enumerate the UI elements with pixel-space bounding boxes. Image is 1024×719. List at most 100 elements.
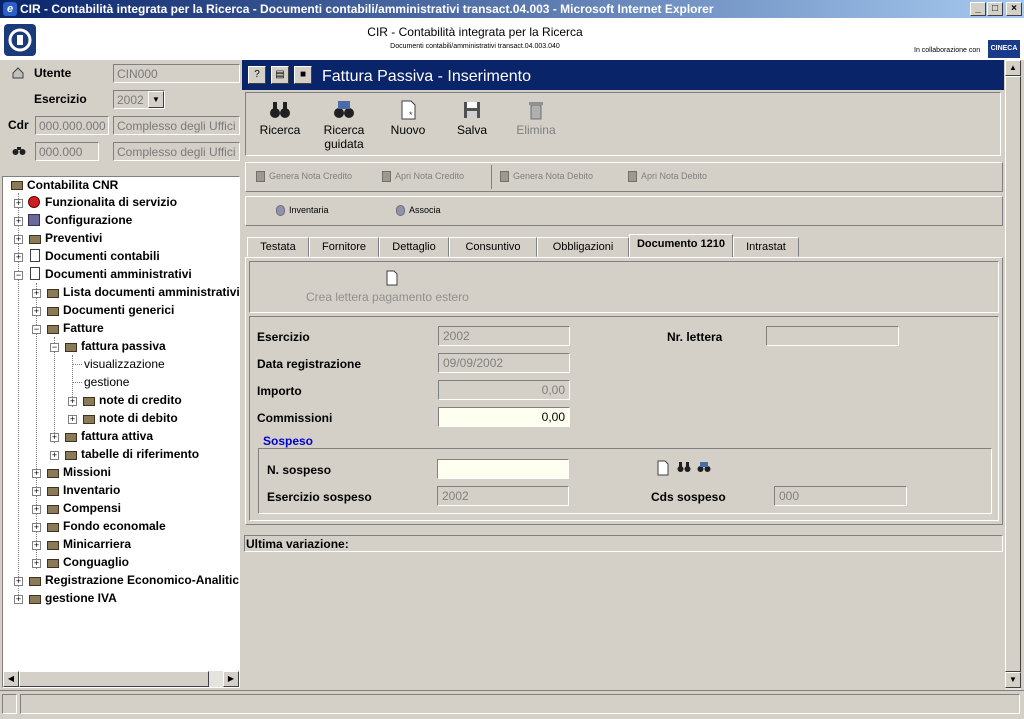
expand-icon[interactable]: + xyxy=(32,487,41,496)
utente-field[interactable]: CIN000 xyxy=(113,64,240,83)
minimize-button[interactable]: _ xyxy=(970,2,986,16)
n-sospeso-field[interactable] xyxy=(437,459,569,479)
tree-horizontal-scrollbar[interactable]: ◀ ▶ xyxy=(3,671,239,687)
expand-icon[interactable]: + xyxy=(32,541,41,550)
cdr-code-field[interactable]: 000.000.000 xyxy=(35,116,109,135)
nr-lettera-field[interactable] xyxy=(766,326,899,346)
expand-icon[interactable]: + xyxy=(32,505,41,514)
expand-icon[interactable]: + xyxy=(50,451,59,460)
tree-item-visualizzazione[interactable]: visualizzazione xyxy=(84,356,165,372)
tab-obbligazioni[interactable]: Obbligazioni xyxy=(537,237,629,257)
expand-icon[interactable]: + xyxy=(68,415,77,424)
tab-intrastat[interactable]: Intrastat xyxy=(733,237,799,257)
importo-field[interactable]: 0,00 xyxy=(438,380,570,400)
tree-item-lista-documenti[interactable]: Lista documenti amministrativi xyxy=(63,284,239,300)
expand-icon[interactable]: + xyxy=(32,307,41,316)
cds-desc-field[interactable]: Complesso degli Uffici xyxy=(113,142,240,161)
scroll-down-icon[interactable]: ▼ xyxy=(1005,672,1021,688)
tree-item-contabilita-cnr[interactable]: Contabilita CNR xyxy=(27,177,118,193)
collapse-icon[interactable]: − xyxy=(32,325,41,334)
expand-icon[interactable]: + xyxy=(14,595,23,604)
tree-item-fattura-attiva[interactable]: fattura attiva xyxy=(81,428,153,444)
tab-fornitore[interactable]: Fornitore xyxy=(309,237,379,257)
tree-item-missioni[interactable]: Missioni xyxy=(63,464,111,480)
expand-icon[interactable]: + xyxy=(14,577,23,586)
tree-item-documenti-contabili[interactable]: Documenti contabili xyxy=(45,248,160,264)
cds-code-field[interactable]: 000.000 xyxy=(35,142,99,161)
tree-item-fatture[interactable]: Fatture xyxy=(63,320,104,336)
window-icon[interactable]: ■ xyxy=(294,66,312,84)
tree-item-inventario[interactable]: Inventario xyxy=(63,482,120,498)
tab-documento-1210[interactable]: Documento 1210 xyxy=(629,234,733,258)
maximize-button[interactable]: □ xyxy=(987,2,1003,16)
expand-icon[interactable]: + xyxy=(14,253,23,262)
expand-icon[interactable]: + xyxy=(32,523,41,532)
scroll-thumb[interactable] xyxy=(19,671,209,687)
commissioni-field[interactable]: 0,00 xyxy=(438,407,570,427)
tree-item-compensi[interactable]: Compensi xyxy=(63,500,121,516)
salva-button[interactable]: Salva xyxy=(446,99,498,137)
scroll-right-icon[interactable]: ▶ xyxy=(223,671,239,687)
cdr-desc-field[interactable]: Complesso degli Uffici xyxy=(113,116,240,135)
expand-icon[interactable]: + xyxy=(32,289,41,298)
tree-item-configurazione[interactable]: Configurazione xyxy=(45,212,132,228)
inventaria-button[interactable]: Inventaria xyxy=(276,205,329,217)
apri-nota-debito-button[interactable]: Apri Nota Debito xyxy=(628,171,707,183)
ricerca-button[interactable]: Ricerca xyxy=(254,99,306,137)
tree-item-preventivi[interactable]: Preventivi xyxy=(45,230,102,246)
scroll-left-icon[interactable]: ◀ xyxy=(3,671,19,687)
esercizio-sospeso-field[interactable]: 2002 xyxy=(437,486,569,506)
expand-icon[interactable]: + xyxy=(50,433,59,442)
tree-item-note-debito[interactable]: note di debito xyxy=(99,410,178,426)
tree-item-gestione-iva[interactable]: gestione IVA xyxy=(45,590,117,606)
data-registrazione-field[interactable]: 09/09/2002 xyxy=(438,353,570,373)
guided-search-icon[interactable] xyxy=(697,461,711,473)
ricerca-guidata-button[interactable]: Ricerca guidata xyxy=(318,99,370,151)
tree-item-funzionalita[interactable]: Funzionalita di servizio xyxy=(45,194,177,210)
navigation-tree[interactable]: Contabilita CNR + Funzionalita di serviz… xyxy=(2,176,240,688)
tab-consuntivo[interactable]: Consuntivo xyxy=(449,237,537,257)
expand-icon[interactable]: + xyxy=(14,199,23,208)
elimina-button[interactable]: Elimina xyxy=(510,99,562,137)
tree-item-documenti-generici[interactable]: Documenti generici xyxy=(63,302,174,318)
genera-nota-debito-button[interactable]: Genera Nota Debito xyxy=(500,171,593,183)
collapse-icon[interactable]: − xyxy=(50,343,59,352)
tree-item-gestione[interactable]: gestione xyxy=(84,374,129,390)
close-button[interactable]: × xyxy=(1006,2,1022,16)
binoculars-icon[interactable] xyxy=(677,461,691,473)
help-icon[interactable]: ? xyxy=(248,66,266,84)
scroll-up-icon[interactable]: ▲ xyxy=(1005,60,1021,76)
tree-item-fondo-economale[interactable]: Fondo economale xyxy=(63,518,166,534)
tree-item-tabelle-riferimento[interactable]: tabelle di riferimento xyxy=(81,446,199,462)
tree-item-note-credito[interactable]: note di credito xyxy=(99,392,182,408)
folder-icon xyxy=(29,577,41,586)
tree-item-fattura-passiva[interactable]: fattura passiva xyxy=(81,338,166,354)
window-title-bar[interactable]: e CIR - Contabilità integrata per la Ric… xyxy=(0,0,1024,18)
esercizio-select[interactable]: 2002 ▼ xyxy=(113,90,165,109)
tree-item-documenti-amministrativi[interactable]: Documenti amministrativi xyxy=(45,266,192,282)
expand-icon[interactable]: + xyxy=(32,559,41,568)
tree-item-minicarriera[interactable]: Minicarriera xyxy=(63,536,131,552)
binoculars-icon[interactable] xyxy=(12,144,26,156)
expand-icon[interactable]: + xyxy=(14,235,23,244)
expand-icon[interactable]: + xyxy=(68,397,77,406)
print-icon[interactable]: ▤ xyxy=(271,66,289,84)
collapse-icon[interactable]: − xyxy=(14,271,23,280)
tab-dettaglio[interactable]: Dettaglio xyxy=(379,237,449,257)
page-vertical-scrollbar[interactable]: ▲ ▼ xyxy=(1005,60,1021,690)
nuovo-button[interactable]: * Nuovo xyxy=(382,99,434,137)
tree-item-registrazione[interactable]: Registrazione Economico-Analitica xyxy=(45,572,239,588)
expand-icon[interactable]: + xyxy=(32,469,41,478)
tree-item-conguaglio[interactable]: Conguaglio xyxy=(63,554,129,570)
genera-nota-credito-button[interactable]: Genera Nota Credito xyxy=(256,171,352,183)
chevron-down-icon[interactable]: ▼ xyxy=(148,91,164,108)
apri-nota-credito-button[interactable]: Apri Nota Credito xyxy=(382,171,464,183)
associa-button[interactable]: Associa xyxy=(396,205,441,217)
tab-testata[interactable]: Testata xyxy=(247,237,309,257)
cds-sospeso-field[interactable]: 000 xyxy=(774,486,907,506)
expand-icon[interactable]: + xyxy=(14,217,23,226)
esercizio-field[interactable]: 2002 xyxy=(438,326,570,346)
scroll-thumb[interactable] xyxy=(1005,76,1021,672)
new-document-icon[interactable] xyxy=(656,460,670,476)
crea-lettera-button[interactable]: Crea lettera pagamento estero xyxy=(306,290,469,304)
